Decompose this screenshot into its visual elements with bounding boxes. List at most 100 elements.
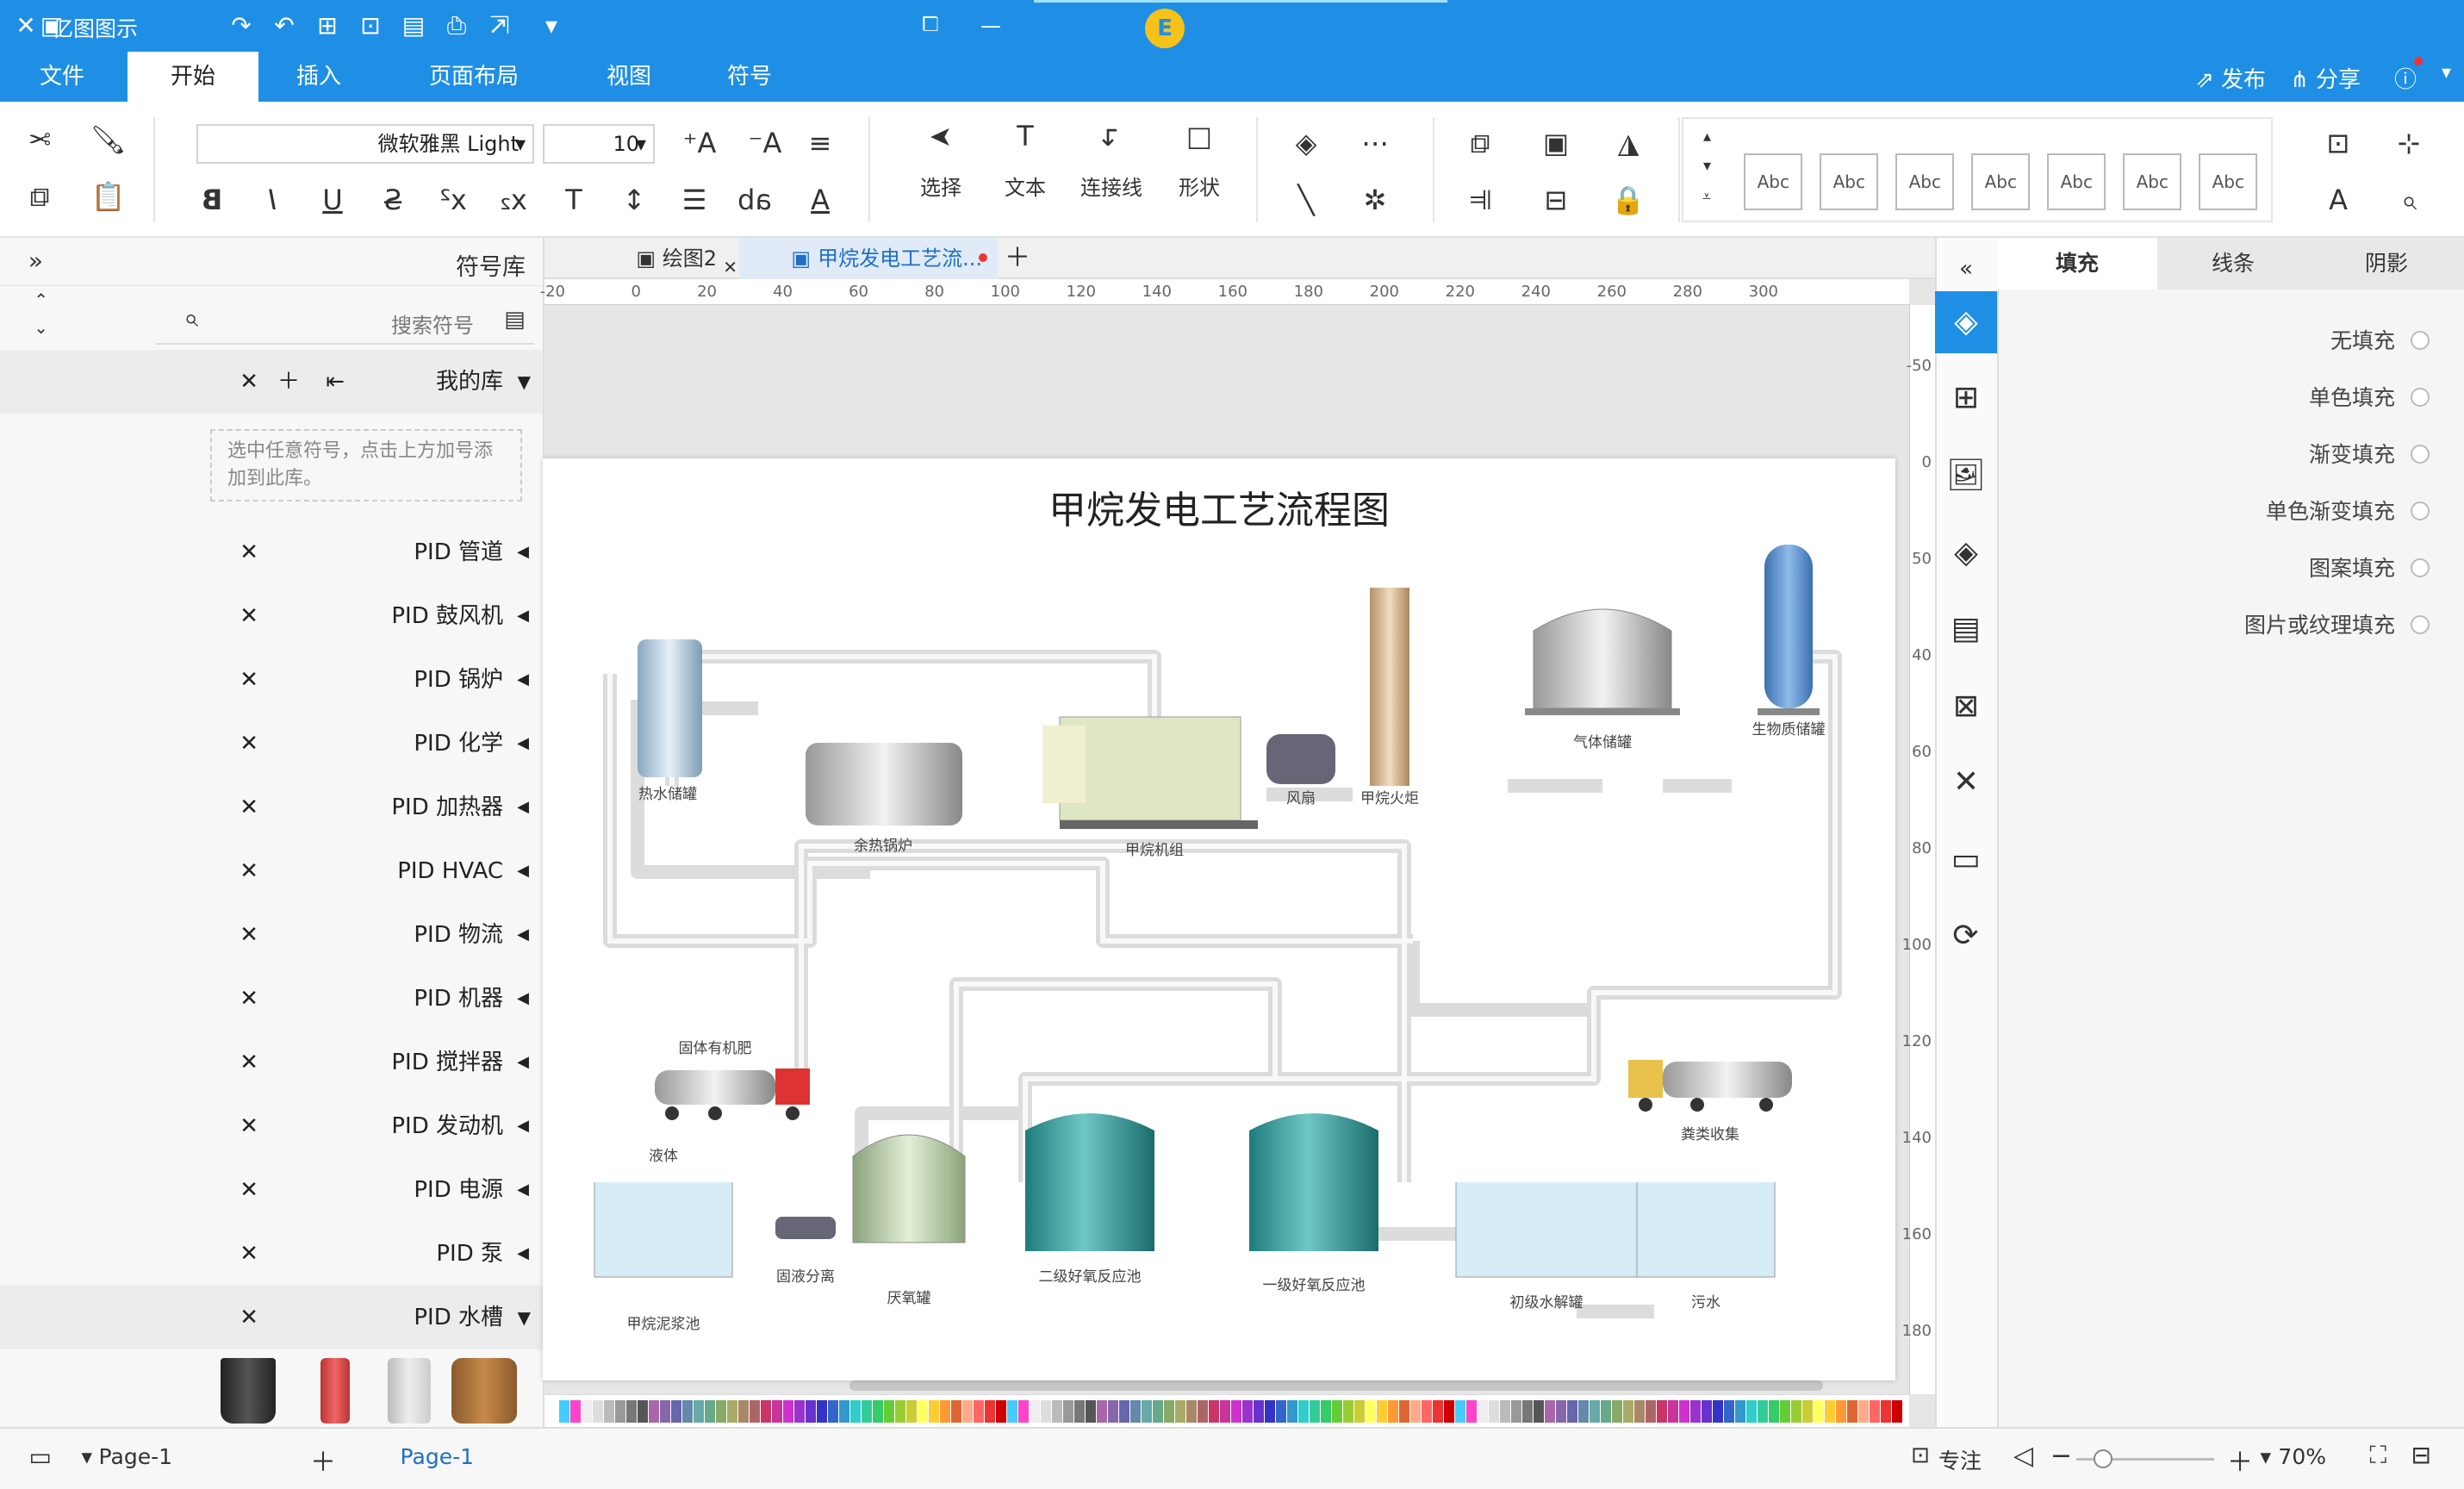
gallery-scroll-up-icon[interactable]: ▴ <box>1703 128 1711 146</box>
palette-swatch[interactable] <box>1724 1399 1734 1423</box>
palette-swatch[interactable] <box>1388 1399 1398 1423</box>
subscript-icon[interactable]: x₂ <box>493 179 534 221</box>
restore-icon[interactable]: ❐ <box>913 10 948 41</box>
palette-swatch[interactable] <box>660 1399 670 1423</box>
zoom-in-icon[interactable]: ＋ <box>2227 1441 2253 1479</box>
palette-swatch[interactable] <box>996 1399 1006 1423</box>
strikethrough-icon[interactable]: S̶ <box>372 179 414 221</box>
palette-swatch[interactable] <box>1298 1399 1309 1423</box>
library-item[interactable]: ▶ PID HVAC ✕ <box>0 839 543 903</box>
palette-swatch[interactable] <box>895 1399 905 1423</box>
palette-swatch[interactable] <box>1287 1399 1297 1423</box>
clear-format-icon[interactable]: T <box>553 179 594 221</box>
palette-swatch[interactable] <box>1231 1399 1241 1423</box>
barrel-symbol[interactable] <box>451 1358 517 1424</box>
palette-swatch[interactable] <box>1108 1399 1118 1423</box>
palette-swatch[interactable] <box>559 1399 569 1423</box>
style-box[interactable]: Abc <box>1820 153 1878 210</box>
align-objects-icon[interactable]: ⊫ <box>1459 179 1501 221</box>
lock-icon[interactable]: 🔒 <box>1608 179 1649 221</box>
connector-tool-label[interactable]: 连接线 <box>1068 171 1154 201</box>
palette-swatch[interactable] <box>593 1399 603 1423</box>
undo-icon[interactable]: ↶ <box>224 10 258 41</box>
palette-swatch[interactable] <box>705 1399 715 1423</box>
palette-swatch[interactable] <box>1332 1399 1342 1423</box>
palette-swatch[interactable] <box>1758 1399 1768 1423</box>
import-icon[interactable]: ⇥ <box>326 350 345 414</box>
palette-swatch[interactable] <box>1052 1399 1062 1423</box>
palette-swatch[interactable] <box>1466 1399 1477 1423</box>
library-item[interactable]: ▶ PID 物流 ✕ <box>0 903 543 967</box>
palette-swatch[interactable] <box>1489 1399 1499 1423</box>
library-item[interactable]: ▶ PID 发动机 ✕ <box>0 1094 543 1158</box>
palette-swatch[interactable] <box>1164 1399 1174 1423</box>
palette-swatch[interactable] <box>1410 1399 1421 1423</box>
layers-icon[interactable]: ◈ <box>1935 522 1997 584</box>
select-tool-label[interactable]: 选择 <box>908 171 974 201</box>
palette-swatch[interactable] <box>1713 1399 1723 1423</box>
bucket-symbol[interactable] <box>221 1358 276 1424</box>
palette-swatch[interactable] <box>1735 1399 1745 1423</box>
library-item[interactable]: ▶ PID 鼓风机 ✕ <box>0 584 543 648</box>
bold-icon[interactable]: B <box>191 179 233 221</box>
tab-file[interactable]: 文件 <box>0 52 124 102</box>
italic-icon[interactable]: I <box>252 179 293 221</box>
palette-swatch[interactable] <box>783 1399 793 1423</box>
font-color-icon[interactable]: A <box>800 179 841 221</box>
page-tab[interactable]: Page-1 <box>401 1444 474 1469</box>
style-box[interactable]: Abc <box>2199 153 2257 210</box>
library-item-expanded[interactable]: ▼ PID 水槽 ✕ <box>0 1286 543 1349</box>
font-grow-icon[interactable]: A⁺ <box>679 122 720 164</box>
library-menu-icon[interactable]: ▤ <box>504 307 526 333</box>
tab-view[interactable]: 视图 <box>569 52 689 102</box>
palette-swatch[interactable] <box>806 1399 816 1423</box>
palette-swatch[interactable] <box>1590 1399 1600 1423</box>
process-diagram[interactable]: 甲烷发电工艺流程图 生物质储罐 气体储罐 甲烷火炬 风扇 甲烷机组 余热锅炉 热… <box>543 458 1895 1380</box>
palette-swatch[interactable] <box>716 1399 726 1423</box>
palette-swatch[interactable] <box>817 1399 827 1423</box>
scroll-down-icon[interactable]: ⌄ <box>34 317 48 338</box>
add-page-icon[interactable]: ＋ <box>310 1441 336 1479</box>
palette-swatch[interactable] <box>1074 1399 1085 1423</box>
gallery-expand-icon[interactable]: ⩡ <box>1702 188 1711 206</box>
tab-insert[interactable]: 插入 <box>258 52 379 102</box>
palette-swatch[interactable] <box>1030 1399 1040 1423</box>
palette-swatch[interactable] <box>1086 1399 1096 1423</box>
palette-swatch[interactable] <box>828 1399 838 1423</box>
zoom-slider-thumb[interactable] <box>2094 1449 2112 1468</box>
library-item[interactable]: ▶ PID 加热器 ✕ <box>0 776 543 839</box>
tools-icon[interactable]: ⊹ <box>2388 122 2430 164</box>
fill-bucket-icon[interactable]: ◈ <box>1285 122 1327 164</box>
fill-option-single-gradient[interactable]: 单色渐变填充 <box>1942 486 2464 538</box>
underline-icon[interactable]: U <box>312 179 353 221</box>
style-box[interactable]: Abc <box>1895 153 1954 210</box>
grid-icon[interactable]: ⊞ <box>1935 367 1997 429</box>
palette-swatch[interactable] <box>694 1399 704 1423</box>
cylinder-symbol[interactable] <box>388 1358 431 1424</box>
scroll-up-icon[interactable]: ⌃ <box>34 290 48 310</box>
palette-swatch[interactable] <box>1018 1399 1029 1423</box>
line-spacing-icon[interactable]: ↕ <box>613 179 655 221</box>
quick-access-dropdown-icon[interactable]: ▾ <box>534 10 569 41</box>
palette-swatch[interactable] <box>1601 1399 1611 1423</box>
palette-swatch[interactable] <box>1153 1399 1163 1423</box>
connector-tool-icon[interactable]: ↴ <box>1091 115 1132 157</box>
fit-width-icon[interactable]: ⊟ <box>2411 1441 2431 1469</box>
close-window-icon[interactable]: ✕ <box>9 10 43 41</box>
palette-swatch[interactable] <box>604 1399 614 1423</box>
tab-home[interactable]: 开始 <box>128 52 258 102</box>
play-icon[interactable]: ▷ <box>2013 1441 2033 1471</box>
palette-swatch[interactable] <box>1511 1399 1521 1423</box>
connector-icon[interactable]: ✕ <box>1935 751 1997 813</box>
image-icon[interactable]: 🖼 <box>1935 445 1997 507</box>
font-size-select[interactable]: 10 ▾ <box>543 124 655 164</box>
zoom-slider[interactable] <box>2076 1449 2214 1468</box>
page-setup-icon[interactable]: ⊡ <box>2318 122 2359 164</box>
minimize-icon[interactable]: — <box>974 10 1008 41</box>
palette-swatch[interactable] <box>1130 1399 1141 1423</box>
style-box[interactable]: Abc <box>1744 153 1802 210</box>
palette-swatch[interactable] <box>1254 1399 1264 1423</box>
palette-swatch[interactable] <box>1220 1399 1230 1423</box>
palette-swatch[interactable] <box>1007 1399 1017 1423</box>
find-icon[interactable]: ⌕ <box>2388 179 2430 221</box>
